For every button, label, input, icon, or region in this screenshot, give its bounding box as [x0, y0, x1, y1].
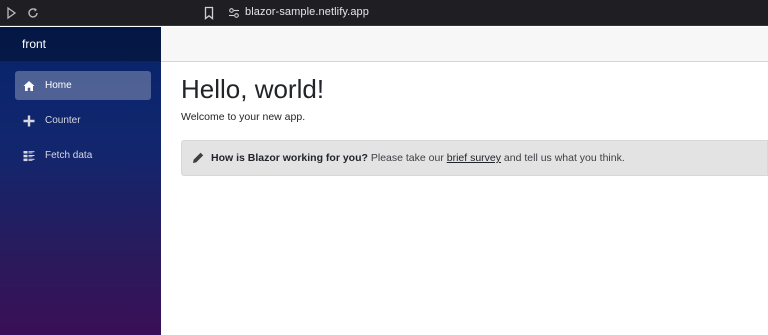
nav-item-label: Fetch data	[45, 150, 93, 161]
pencil-icon	[193, 152, 204, 163]
list-icon	[23, 150, 35, 161]
browser-toolbar: blazor-sample.netlify.app	[0, 0, 768, 26]
article: Hello, world! Welcome to your new app. H…	[161, 62, 768, 176]
brand-bar: front	[0, 27, 161, 61]
survey-link[interactable]: brief survey	[447, 152, 501, 164]
play-icon[interactable]	[4, 6, 18, 20]
home-icon	[23, 80, 35, 91]
nav-item-label: Home	[45, 80, 72, 91]
plus-icon	[23, 115, 35, 126]
survey-question: How is Blazor working for you?	[211, 152, 368, 164]
bookmark-icon[interactable]	[203, 6, 215, 20]
survey-text-after: and tell us what you think.	[501, 152, 625, 164]
reload-icon[interactable]	[26, 6, 40, 20]
nav-item-label: Counter	[45, 115, 81, 126]
survey-text-before: Please take our	[367, 152, 447, 164]
sidebar: front Home Counter Fetch data	[0, 27, 161, 335]
nav-item-counter[interactable]: Counter	[15, 106, 151, 135]
survey-prompt: How is Blazor working for you? Please ta…	[181, 140, 768, 176]
nav-item-fetch-data[interactable]: Fetch data	[15, 141, 151, 170]
welcome-text: Welcome to your new app.	[181, 111, 306, 123]
nav-item-home[interactable]: Home	[15, 71, 151, 100]
nav-menu: Home Counter Fetch data	[0, 61, 161, 170]
url-bar[interactable]: blazor-sample.netlify.app	[245, 6, 369, 18]
site-info-icon[interactable]	[228, 7, 240, 19]
top-row	[161, 27, 768, 62]
brand-link[interactable]: front	[22, 37, 46, 51]
main-content: Hello, world! Welcome to your new app. H…	[161, 27, 768, 335]
page-title: Hello, world!	[181, 74, 325, 104]
